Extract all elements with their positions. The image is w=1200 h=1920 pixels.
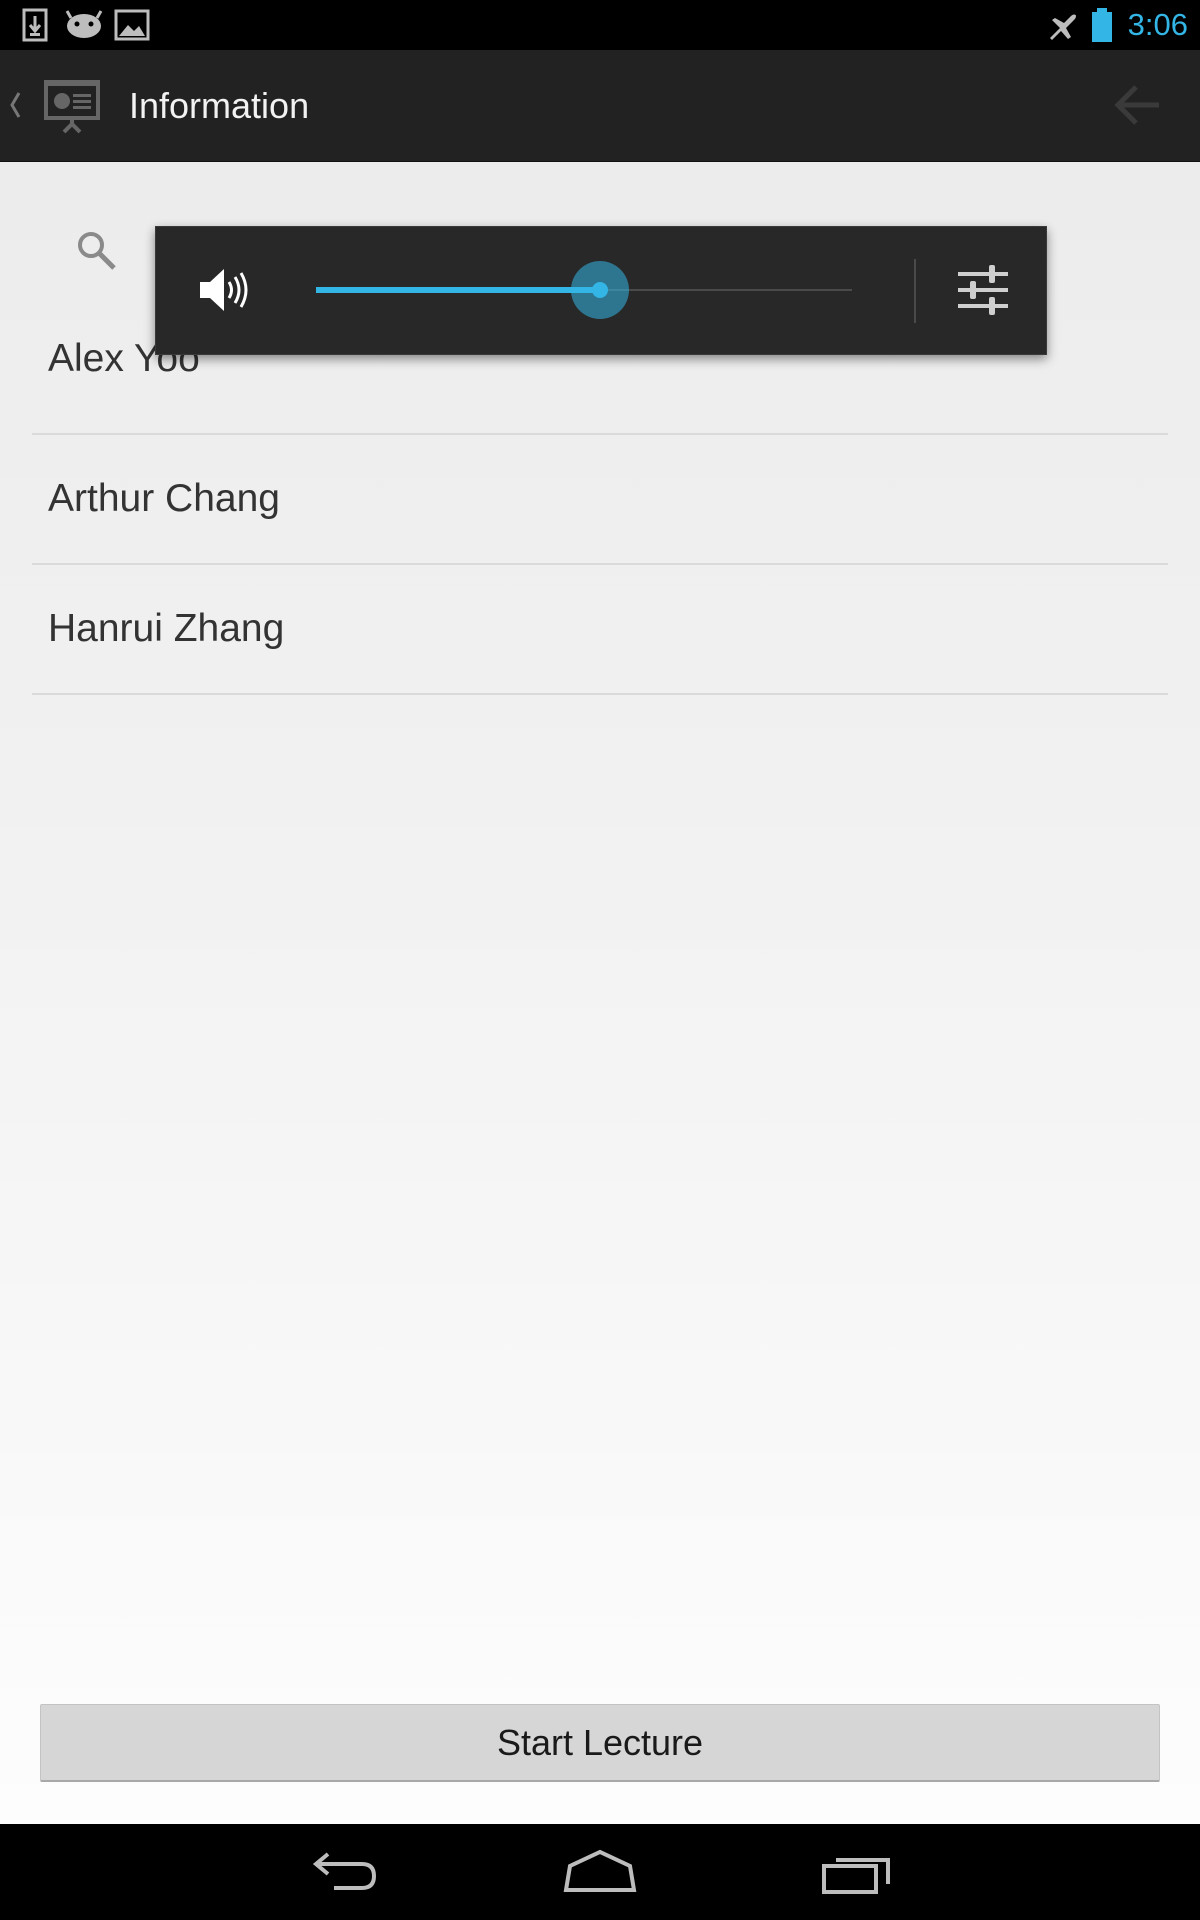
person-name: Hanrui Zhang [48,607,285,650]
chevron-left-icon [10,92,21,118]
volume-divider [914,259,916,323]
arrow-left-icon [1114,85,1159,125]
presentation-icon [44,80,100,134]
screen: 3:06 Information Alex Yoo Arthur Chang H… [0,0,1200,1920]
page-title: Information [129,85,310,126]
status-clock: 3:06 [1127,7,1188,42]
battery-icon [1092,8,1112,42]
sliders-icon[interactable] [956,263,1010,317]
person-name: Arthur Chang [48,477,280,520]
image-icon [114,9,150,41]
download-icon [22,8,48,42]
android-icon [65,10,103,38]
start-lecture-button[interactable]: Start Lecture [40,1704,1160,1782]
back-icon[interactable] [304,1842,384,1902]
recent-apps-icon[interactable] [818,1842,898,1902]
home-icon[interactable] [560,1842,640,1902]
speaker-icon[interactable] [196,263,250,317]
back-arrow-button[interactable] [1070,50,1200,161]
volume-slider-fill [316,287,601,293]
status-bar: 3:06 [0,0,1200,50]
action-bar: Information [0,50,1200,162]
list-item[interactable]: Arthur Chang [32,435,1168,565]
airplane-mode-icon [1050,14,1076,40]
volume-panel [155,226,1047,355]
list-item[interactable]: Hanrui Zhang [32,565,1168,695]
navigation-bar [0,1824,1200,1920]
search-icon[interactable] [74,228,118,272]
people-list: Alex Yoo Arthur Chang Hanrui Zhang [32,305,1168,695]
volume-slider-thumb[interactable] [571,261,630,319]
up-button[interactable] [0,50,110,161]
volume-slider[interactable] [316,261,852,319]
